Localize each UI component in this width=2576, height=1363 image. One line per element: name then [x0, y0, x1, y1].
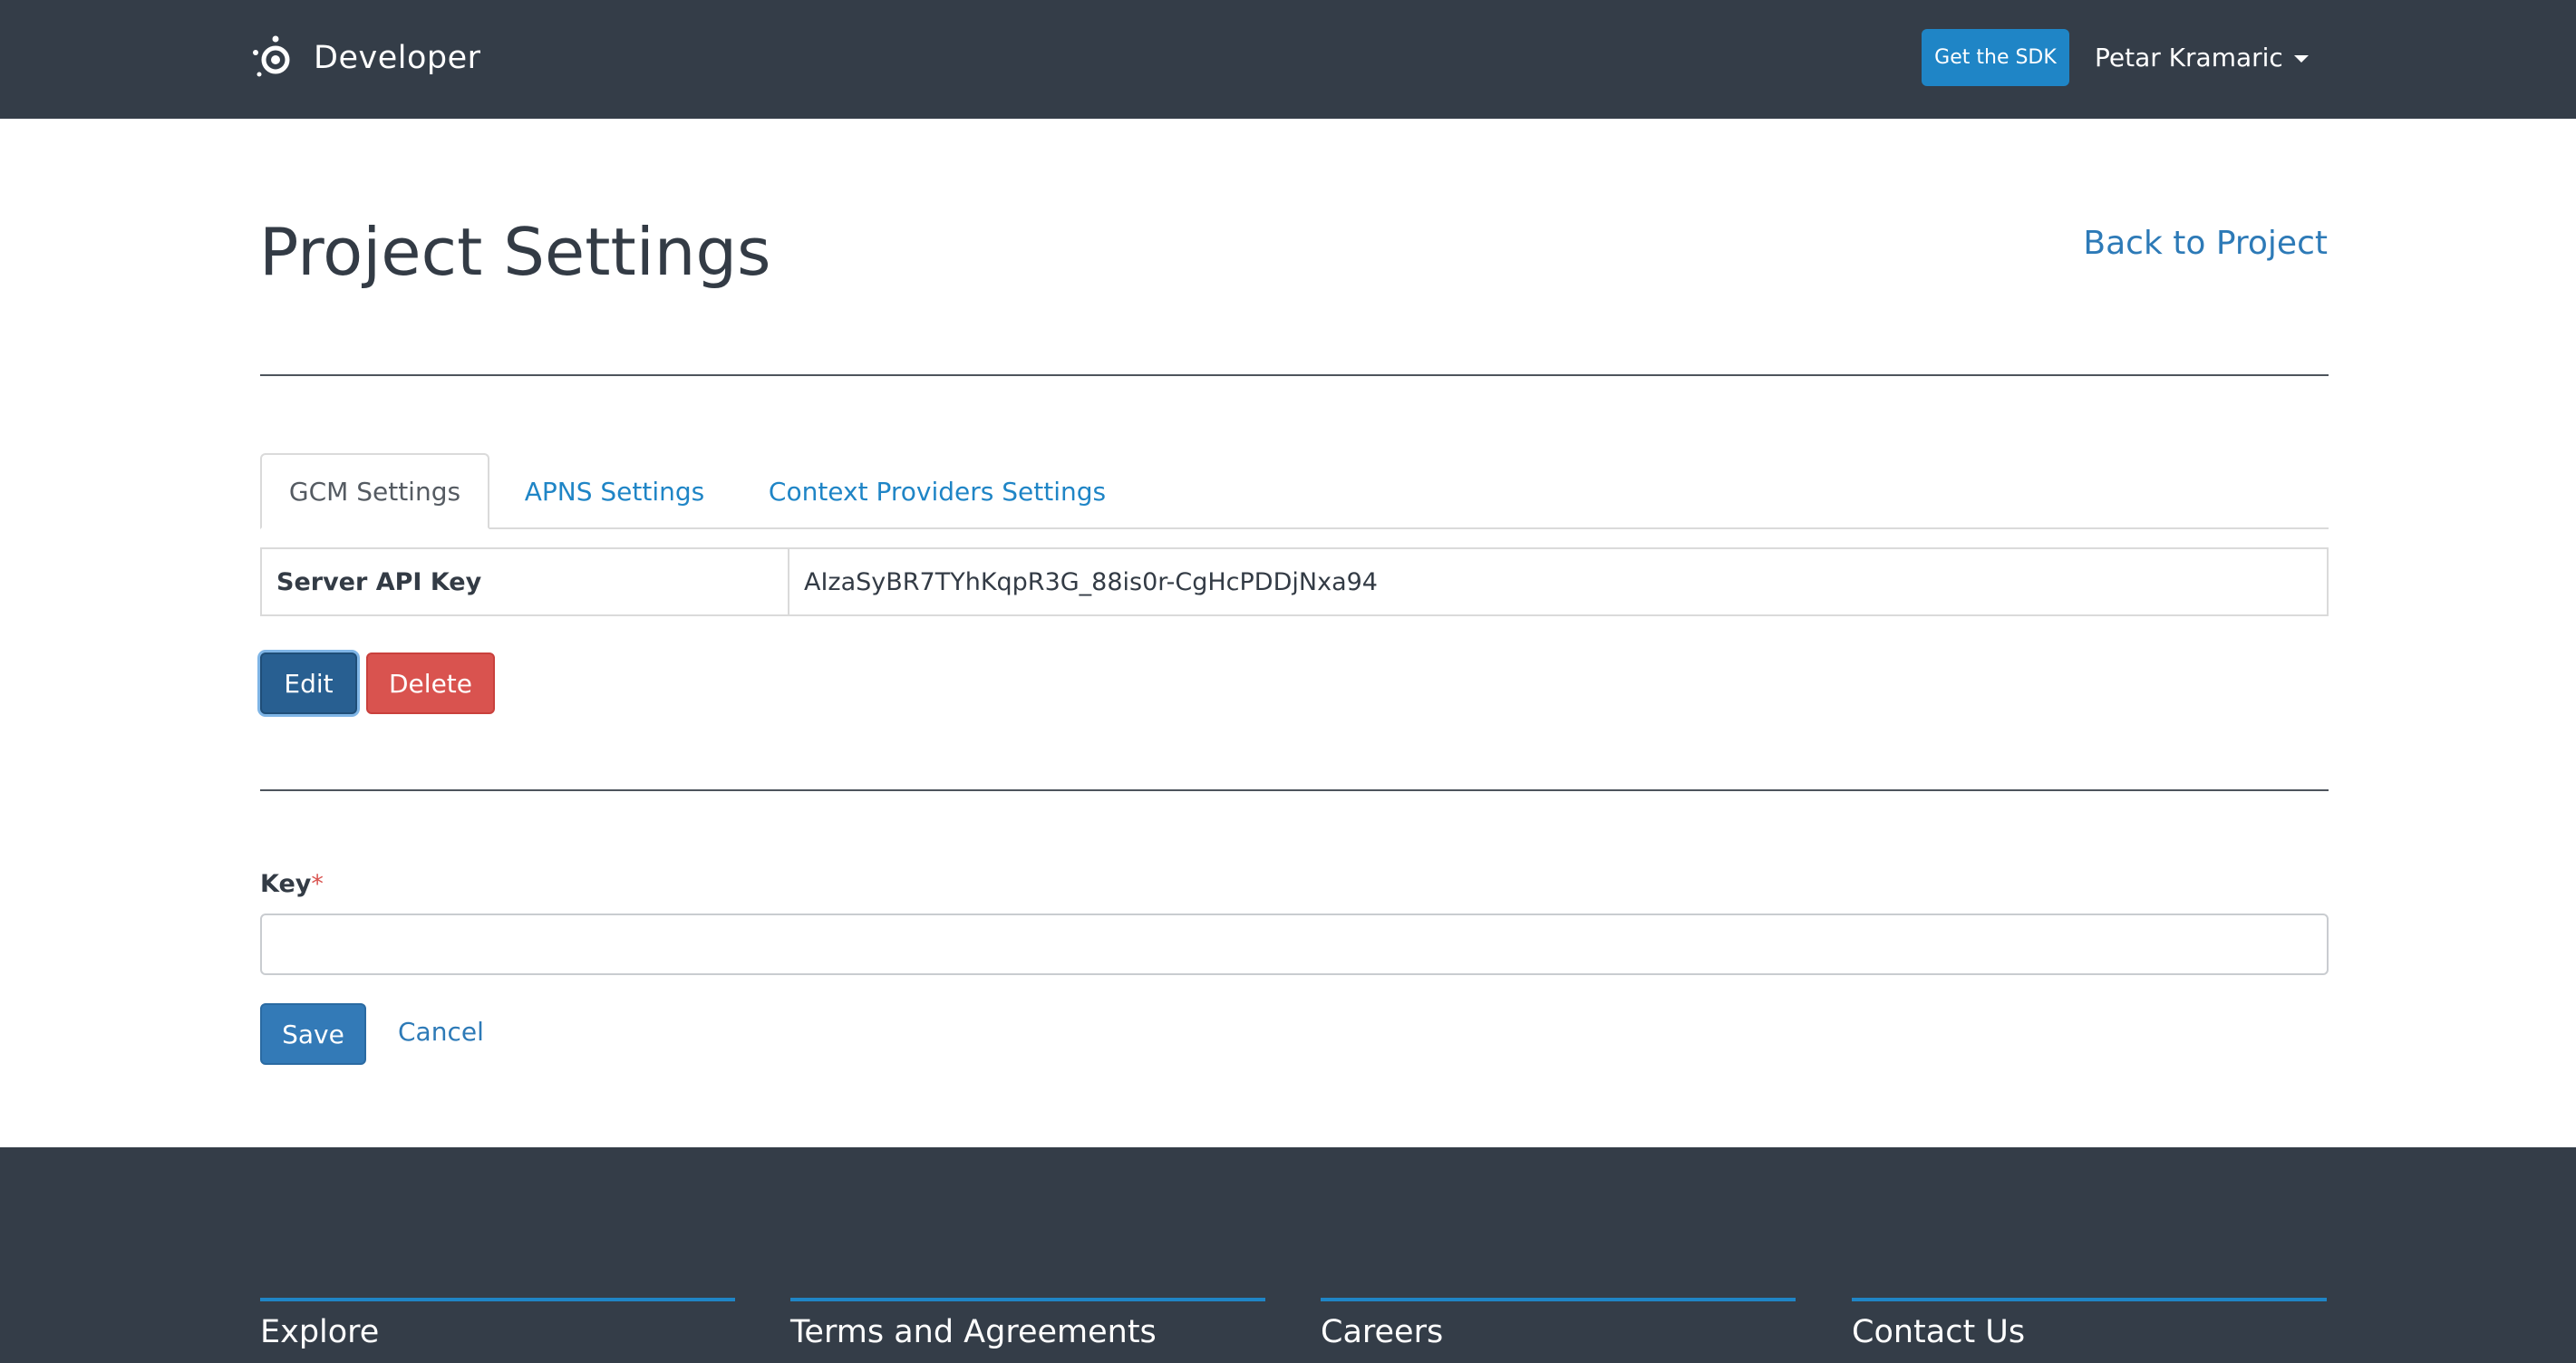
- header-divider: [260, 374, 2329, 376]
- top-navbar: Developer Get the SDK Petar Kramaric: [0, 0, 2576, 119]
- delete-button[interactable]: Delete: [366, 652, 495, 714]
- server-api-key-label: Server API Key: [262, 549, 789, 614]
- key-label-text: Key: [260, 870, 312, 898]
- server-api-key-value: AIzaSyBR7TYhKqpR3G_88is0r-CgHcPDDjNxa94: [804, 567, 1378, 596]
- brand-name: Developer: [314, 40, 481, 76]
- user-name: Petar Kramaric: [2095, 42, 2283, 72]
- footer-terms-heading[interactable]: Terms and Agreements: [790, 1298, 1265, 1350]
- key-field-label: Key*: [260, 870, 324, 898]
- footer-explore-heading[interactable]: Explore: [260, 1298, 735, 1350]
- section-divider: [260, 789, 2329, 791]
- user-menu-dropdown[interactable]: Petar Kramaric: [2095, 36, 2309, 78]
- cancel-link[interactable]: Cancel: [398, 1017, 484, 1047]
- tab-gcm-settings[interactable]: GCM Settings: [260, 453, 489, 529]
- page-footer: Explore Terms and Agreements Careers Con…: [0, 1147, 2576, 1363]
- edit-button[interactable]: Edit: [260, 652, 357, 714]
- key-input[interactable]: [260, 914, 2329, 975]
- get-sdk-button[interactable]: Get the SDK: [1922, 29, 2069, 86]
- developer-logo-icon: [253, 35, 290, 77]
- tab-context-providers-settings[interactable]: Context Providers Settings: [745, 453, 1129, 529]
- tab-apns-settings[interactable]: APNS Settings: [503, 453, 726, 529]
- footer-contact-heading[interactable]: Contact Us: [1852, 1298, 2327, 1350]
- brand-home-link[interactable]: Developer: [250, 33, 481, 83]
- required-marker: *: [311, 870, 324, 898]
- server-key-table: Server API Key AIzaSyBR7TYhKqpR3G_88is0r…: [260, 547, 2329, 616]
- save-button[interactable]: Save: [260, 1003, 366, 1065]
- footer-careers-heading[interactable]: Careers: [1321, 1298, 1796, 1350]
- page-title: Project Settings: [259, 214, 771, 290]
- caret-down-icon: [2293, 54, 2309, 63]
- back-to-project-link[interactable]: Back to Project: [2083, 225, 2328, 262]
